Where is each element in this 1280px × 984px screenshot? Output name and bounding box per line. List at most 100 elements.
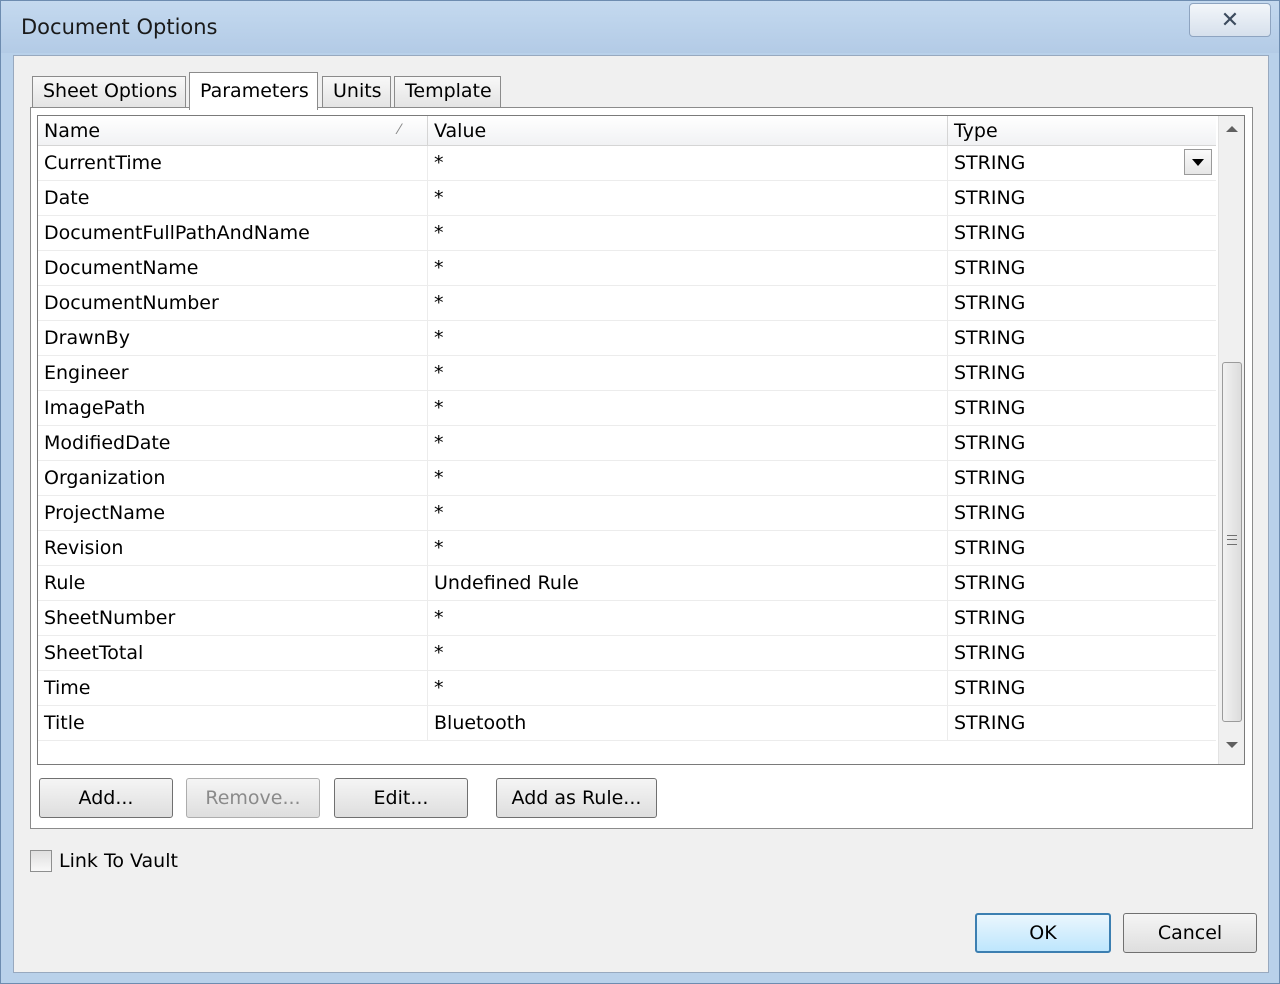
cell-text: *: [434, 607, 444, 629]
parameter-type-cell[interactable]: STRING: [948, 216, 1216, 251]
cell-text: Rule: [44, 572, 86, 594]
table-row[interactable]: DocumentNumber * STRING: [38, 286, 1216, 321]
parameter-value-cell[interactable]: *: [428, 601, 948, 636]
parameter-name-cell[interactable]: DocumentName: [38, 251, 428, 286]
parameter-name-cell[interactable]: CurrentTime: [38, 146, 428, 181]
sort-icon: ⁄: [398, 122, 401, 138]
parameter-name-cell[interactable]: SheetTotal: [38, 636, 428, 671]
table-row[interactable]: ProjectName * STRING: [38, 496, 1216, 531]
scroll-up-arrow-icon[interactable]: [1226, 126, 1238, 132]
parameter-type-cell[interactable]: STRING: [948, 356, 1216, 391]
tab-template[interactable]: Template: [394, 76, 501, 108]
table-row[interactable]: Date * STRING: [38, 181, 1216, 216]
parameter-name-cell[interactable]: DocumentFullPathAndName: [38, 216, 428, 251]
remove-button[interactable]: Remove...: [186, 778, 320, 818]
table-row[interactable]: SheetNumber * STRING: [38, 601, 1216, 636]
link-to-vault-label: Link To Vault: [59, 850, 178, 872]
parameter-type-cell[interactable]: STRING: [948, 671, 1216, 706]
table-row[interactable]: Title Bluetooth STRING: [38, 706, 1216, 741]
cell-text: STRING: [954, 537, 1026, 559]
table-row[interactable]: DocumentName * STRING: [38, 251, 1216, 286]
parameter-value-cell[interactable]: *: [428, 356, 948, 391]
parameter-value-cell[interactable]: *: [428, 321, 948, 356]
parameter-name-cell[interactable]: Engineer: [38, 356, 428, 391]
parameter-value-cell[interactable]: *: [428, 531, 948, 566]
parameter-name-cell[interactable]: Rule: [38, 566, 428, 601]
tab-sheet-options[interactable]: Sheet Options: [32, 76, 187, 108]
parameter-value-cell[interactable]: *: [428, 671, 948, 706]
table-row[interactable]: CurrentTime * STRING: [38, 146, 1216, 181]
parameter-type-cell[interactable]: STRING: [948, 321, 1216, 356]
parameter-value-cell[interactable]: *: [428, 461, 948, 496]
table-row[interactable]: DrawnBy * STRING: [38, 321, 1216, 356]
parameter-name-cell[interactable]: ProjectName: [38, 496, 428, 531]
parameter-type-cell[interactable]: STRING: [948, 461, 1216, 496]
parameter-name-cell[interactable]: Date: [38, 181, 428, 216]
close-icon: ✕: [1220, 7, 1240, 33]
cancel-button[interactable]: Cancel: [1123, 913, 1257, 953]
table-row[interactable]: DocumentFullPathAndName * STRING: [38, 216, 1216, 251]
add-as-rule-button[interactable]: Add as Rule...: [496, 778, 657, 818]
parameter-value-cell[interactable]: *: [428, 251, 948, 286]
parameter-value-cell[interactable]: *: [428, 146, 948, 181]
parameter-type-cell[interactable]: STRING: [948, 251, 1216, 286]
table-row[interactable]: Engineer * STRING: [38, 356, 1216, 391]
parameter-name-cell[interactable]: Organization: [38, 461, 428, 496]
parameter-value-cell[interactable]: *: [428, 391, 948, 426]
parameter-type-cell[interactable]: STRING: [948, 496, 1216, 531]
ok-button[interactable]: OK: [975, 913, 1111, 953]
parameter-value-cell[interactable]: *: [428, 426, 948, 461]
parameter-name-cell[interactable]: Time: [38, 671, 428, 706]
parameter-value-cell[interactable]: *: [428, 636, 948, 671]
parameter-value-cell[interactable]: Undefined Rule: [428, 566, 948, 601]
cell-text: *: [434, 187, 444, 209]
column-header-value[interactable]: Value: [428, 116, 948, 146]
parameter-value-cell[interactable]: *: [428, 286, 948, 321]
table-row[interactable]: Time * STRING: [38, 671, 1216, 706]
table-row[interactable]: Rule Undefined Rule STRING: [38, 566, 1216, 601]
parameter-value-cell[interactable]: Bluetooth: [428, 706, 948, 741]
edit-button[interactable]: Edit...: [334, 778, 468, 818]
table-row[interactable]: ImagePath * STRING: [38, 391, 1216, 426]
parameter-type-cell[interactable]: STRING: [948, 426, 1216, 461]
parameter-type-cell[interactable]: STRING: [948, 146, 1216, 181]
cell-text: Title: [44, 712, 85, 734]
parameter-type-cell[interactable]: STRING: [948, 636, 1216, 671]
tab-units[interactable]: Units: [322, 76, 391, 108]
parameter-type-cell[interactable]: STRING: [948, 286, 1216, 321]
parameter-type-cell[interactable]: STRING: [948, 181, 1216, 216]
parameter-type-cell[interactable]: STRING: [948, 706, 1216, 741]
table-row[interactable]: ModifiedDate * STRING: [38, 426, 1216, 461]
table-row[interactable]: Organization * STRING: [38, 461, 1216, 496]
scroll-down-arrow-icon[interactable]: [1226, 742, 1238, 748]
column-header-type[interactable]: Type: [948, 116, 1216, 146]
parameter-type-cell[interactable]: STRING: [948, 566, 1216, 601]
parameter-name-cell[interactable]: DocumentNumber: [38, 286, 428, 321]
cell-text: Organization: [44, 467, 166, 489]
tab-parameters[interactable]: Parameters: [189, 72, 318, 110]
parameter-type-cell[interactable]: STRING: [948, 391, 1216, 426]
vertical-scrollbar[interactable]: [1218, 116, 1244, 764]
parameter-value-cell[interactable]: *: [428, 181, 948, 216]
grip-icon: [1227, 535, 1237, 545]
parameter-name-cell[interactable]: Revision: [38, 531, 428, 566]
cell-text: STRING: [954, 467, 1026, 489]
parameter-type-cell[interactable]: STRING: [948, 531, 1216, 566]
parameter-name-cell[interactable]: DrawnBy: [38, 321, 428, 356]
column-header-name[interactable]: Name ⁄: [38, 116, 428, 146]
parameter-name-cell[interactable]: ImagePath: [38, 391, 428, 426]
close-button[interactable]: ✕: [1189, 3, 1271, 37]
parameter-name-cell[interactable]: ModifiedDate: [38, 426, 428, 461]
parameter-value-cell[interactable]: *: [428, 216, 948, 251]
scroll-thumb[interactable]: [1222, 362, 1242, 722]
type-dropdown-button[interactable]: [1184, 149, 1212, 175]
parameter-name-cell[interactable]: SheetNumber: [38, 601, 428, 636]
parameter-name-cell[interactable]: Title: [38, 706, 428, 741]
link-to-vault-checkbox[interactable]: [30, 850, 52, 872]
link-to-vault-option[interactable]: Link To Vault: [30, 849, 178, 873]
add-button[interactable]: Add...: [39, 778, 173, 818]
table-row[interactable]: Revision * STRING: [38, 531, 1216, 566]
parameter-type-cell[interactable]: STRING: [948, 601, 1216, 636]
table-row[interactable]: SheetTotal * STRING: [38, 636, 1216, 671]
parameter-value-cell[interactable]: *: [428, 496, 948, 531]
